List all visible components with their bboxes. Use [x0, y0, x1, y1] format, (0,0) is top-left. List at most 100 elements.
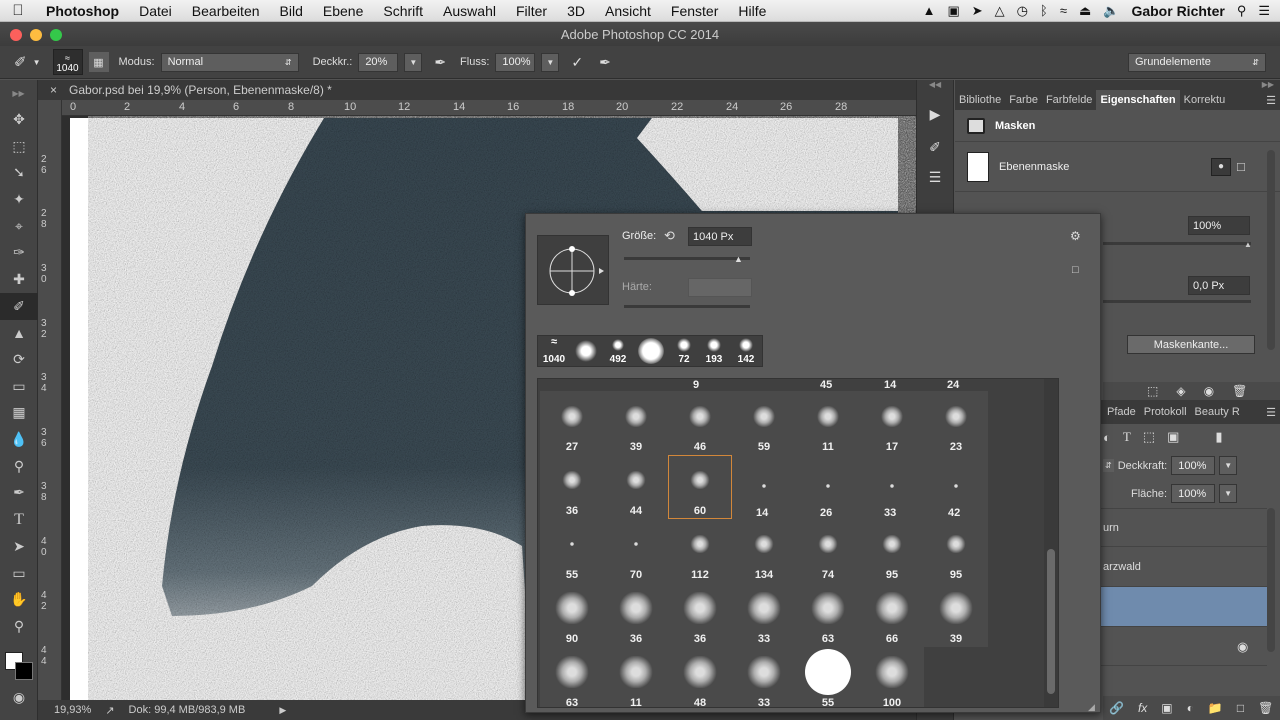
brush-preset-cell[interactable]: 39 — [924, 583, 988, 647]
shape-filter-icon[interactable]: ⬚ — [1143, 429, 1155, 445]
brush-preset-cell[interactable]: 11 — [604, 647, 668, 707]
size-slider[interactable] — [624, 257, 750, 260]
brush-preset-cell[interactable]: 70 — [604, 519, 668, 583]
type-tool-icon[interactable]: T — [0, 506, 38, 533]
smart-object-filter-icon[interactable]: ▣ — [1167, 429, 1179, 445]
opacity-dropdown-button[interactable]: ▼ — [404, 52, 423, 72]
clone-stamp-tool-icon[interactable]: ▲ — [0, 320, 38, 347]
feather-slider[interactable] — [1103, 300, 1251, 303]
collapse-toolbar-icon[interactable]: ▶▶ — [0, 80, 37, 106]
vector-mask-icon[interactable]: □ — [1237, 159, 1245, 174]
pressure-opacity-icon[interactable]: ✒ — [434, 54, 446, 71]
resize-grip-icon[interactable]: ◢ — [1088, 702, 1095, 713]
visibility-eye-icon[interactable]: ◉ — [1204, 384, 1214, 398]
link-layers-icon[interactable]: 🔗 — [1109, 701, 1124, 715]
menu-app-name[interactable]: Photoshop — [36, 3, 129, 19]
menu-bild[interactable]: Bild — [270, 3, 313, 19]
brush-preset-cell[interactable]: 63 — [540, 647, 604, 707]
quick-mask-icon[interactable]: ◉ — [0, 684, 38, 711]
layer-mask-link-icon[interactable]: ◉ — [1237, 639, 1248, 655]
layer-fill-dropdown[interactable]: ▼ — [1219, 484, 1238, 503]
tab-beauty-retusche[interactable]: Beauty R — [1191, 406, 1244, 418]
brush-preset-cell[interactable]: 63 — [796, 583, 860, 647]
recent-brush-soft[interactable] — [575, 340, 597, 362]
brush-preset-cell[interactable]: 112 — [668, 519, 732, 583]
mask-edge-button[interactable]: Maskenkante... — [1127, 335, 1255, 354]
brush-preset-cell[interactable]: 55 — [796, 647, 860, 707]
brush-preset-cell[interactable]: 11 — [796, 391, 860, 455]
blur-tool-icon[interactable]: 💧 — [0, 426, 38, 453]
flow-dropdown-button[interactable]: ▼ — [541, 52, 560, 72]
layer-row[interactable]: ◉ — [1101, 626, 1267, 666]
size-input[interactable]: 1040 Px — [688, 227, 752, 246]
menu-auswahl[interactable]: Auswahl — [433, 3, 506, 19]
move-tool-icon[interactable]: ✥ — [0, 106, 38, 133]
document-tab[interactable]: × Gabor.psd bei 19,9% (Person, Ebenenmas… — [38, 80, 916, 100]
path-selection-tool-icon[interactable]: ➤ — [0, 533, 38, 560]
panel-collapse-icon[interactable]: ▶▶ — [955, 80, 1280, 90]
bluetooth-icon[interactable]: ᛒ — [1040, 3, 1048, 18]
menu-datei[interactable]: Datei — [129, 3, 182, 19]
tab-farbfelder[interactable]: Farbfelde — [1042, 94, 1096, 106]
brush-preset-cell[interactable]: 39 — [604, 391, 668, 455]
new-adjustment-icon[interactable]: ◐ — [1187, 701, 1194, 715]
zoom-window-icon[interactable] — [50, 29, 62, 41]
recent-brush[interactable]: 193 — [700, 336, 728, 366]
brush-preset-cell[interactable]: 36 — [540, 455, 604, 519]
brush-preset-cell[interactable]: 74 — [796, 519, 860, 583]
close-tab-icon[interactable]: × — [50, 83, 57, 97]
layers-scrollbar[interactable] — [1267, 508, 1275, 652]
rectangle-tool-icon[interactable]: ▭ — [0, 560, 38, 587]
load-selection-icon[interactable]: ⬚ — [1147, 384, 1158, 398]
spotlight-search-icon[interactable]: ⚲ — [1237, 3, 1247, 19]
wifi-icon[interactable]: ≈ — [1060, 3, 1067, 18]
zoom-level[interactable]: 19,93% — [54, 704, 91, 716]
dodge-tool-icon[interactable]: ⚲ — [0, 453, 38, 480]
delete-mask-icon[interactable]: 🗑 — [1232, 384, 1247, 398]
workspace-select[interactable]: Grundelemente ⇵ — [1128, 52, 1266, 72]
pen-tool-icon[interactable]: ✒ — [0, 480, 38, 507]
blend-arrows-icon[interactable]: ⇵ — [1103, 459, 1114, 472]
brush-preset-cell[interactable]: 33 — [732, 647, 796, 707]
brush-size-preview[interactable]: ≈ 1040 — [52, 49, 83, 75]
quick-selection-tool-icon[interactable]: ✦ — [0, 186, 38, 213]
forward-icon[interactable]: ➤ — [972, 3, 983, 19]
brush-presets-icon[interactable]: ✐ — [917, 132, 953, 162]
brush-preset-cell[interactable]: 36 — [668, 583, 732, 647]
eraser-tool-icon[interactable]: ▭ — [0, 373, 38, 400]
feather-input[interactable]: 0,0 Px — [1188, 276, 1250, 295]
minimize-window-icon[interactable] — [30, 29, 42, 41]
brush-settings-icon[interactable]: ☰ — [917, 162, 953, 192]
layer-row-selected[interactable] — [1101, 586, 1267, 626]
layer-row[interactable]: arzwald — [1101, 546, 1267, 586]
menu-filter[interactable]: Filter — [506, 3, 557, 19]
layer-opacity-dropdown[interactable]: ▼ — [1219, 456, 1238, 475]
pressure-size-icon[interactable]: ✒ — [599, 54, 611, 71]
menu-ansicht[interactable]: Ansicht — [595, 3, 661, 19]
brush-panel-toggle-icon[interactable]: ▦ — [88, 52, 109, 72]
layer-style-fx-icon[interactable]: fx — [1138, 701, 1147, 715]
brush-preset-cell[interactable]: 100 — [860, 647, 924, 707]
brush-angle-preview[interactable] — [537, 235, 609, 305]
panel-menu-icon[interactable]: ☰ — [1262, 94, 1280, 107]
crop-tool-icon[interactable]: ⌖ — [0, 213, 38, 240]
background-color-swatch[interactable] — [15, 661, 33, 680]
brush-preset-cell[interactable]: 36 — [604, 583, 668, 647]
user-name[interactable]: Gabor Richter — [1131, 3, 1224, 19]
size-slider-handle[interactable]: ▲ — [734, 254, 743, 264]
menu-3d[interactable]: 3D — [557, 3, 595, 19]
healing-brush-tool-icon[interactable]: ✚ — [0, 266, 38, 293]
new-layer-icon[interactable]: □ — [1237, 701, 1244, 715]
zoom-tool-icon[interactable]: ⚲ — [0, 613, 38, 640]
tab-pfade[interactable]: Pfade — [1103, 406, 1140, 418]
apple-icon[interactable]:  — [0, 2, 36, 19]
actions-play-icon[interactable]: ▶ — [917, 96, 953, 132]
presets-scroll-track[interactable] — [1044, 379, 1058, 707]
filter-toggle-icon[interactable]: ▮ — [1215, 429, 1222, 445]
marquee-tool-icon[interactable]: ⬚ — [0, 133, 38, 160]
menu-hilfe[interactable]: Hilfe — [728, 3, 776, 19]
eject-icon[interactable]: ⏏ — [1079, 3, 1091, 19]
screen-icon[interactable]: ▣ — [947, 3, 959, 19]
brush-preset-cell[interactable]: 33 — [732, 583, 796, 647]
properties-scrollbar[interactable] — [1267, 150, 1275, 350]
